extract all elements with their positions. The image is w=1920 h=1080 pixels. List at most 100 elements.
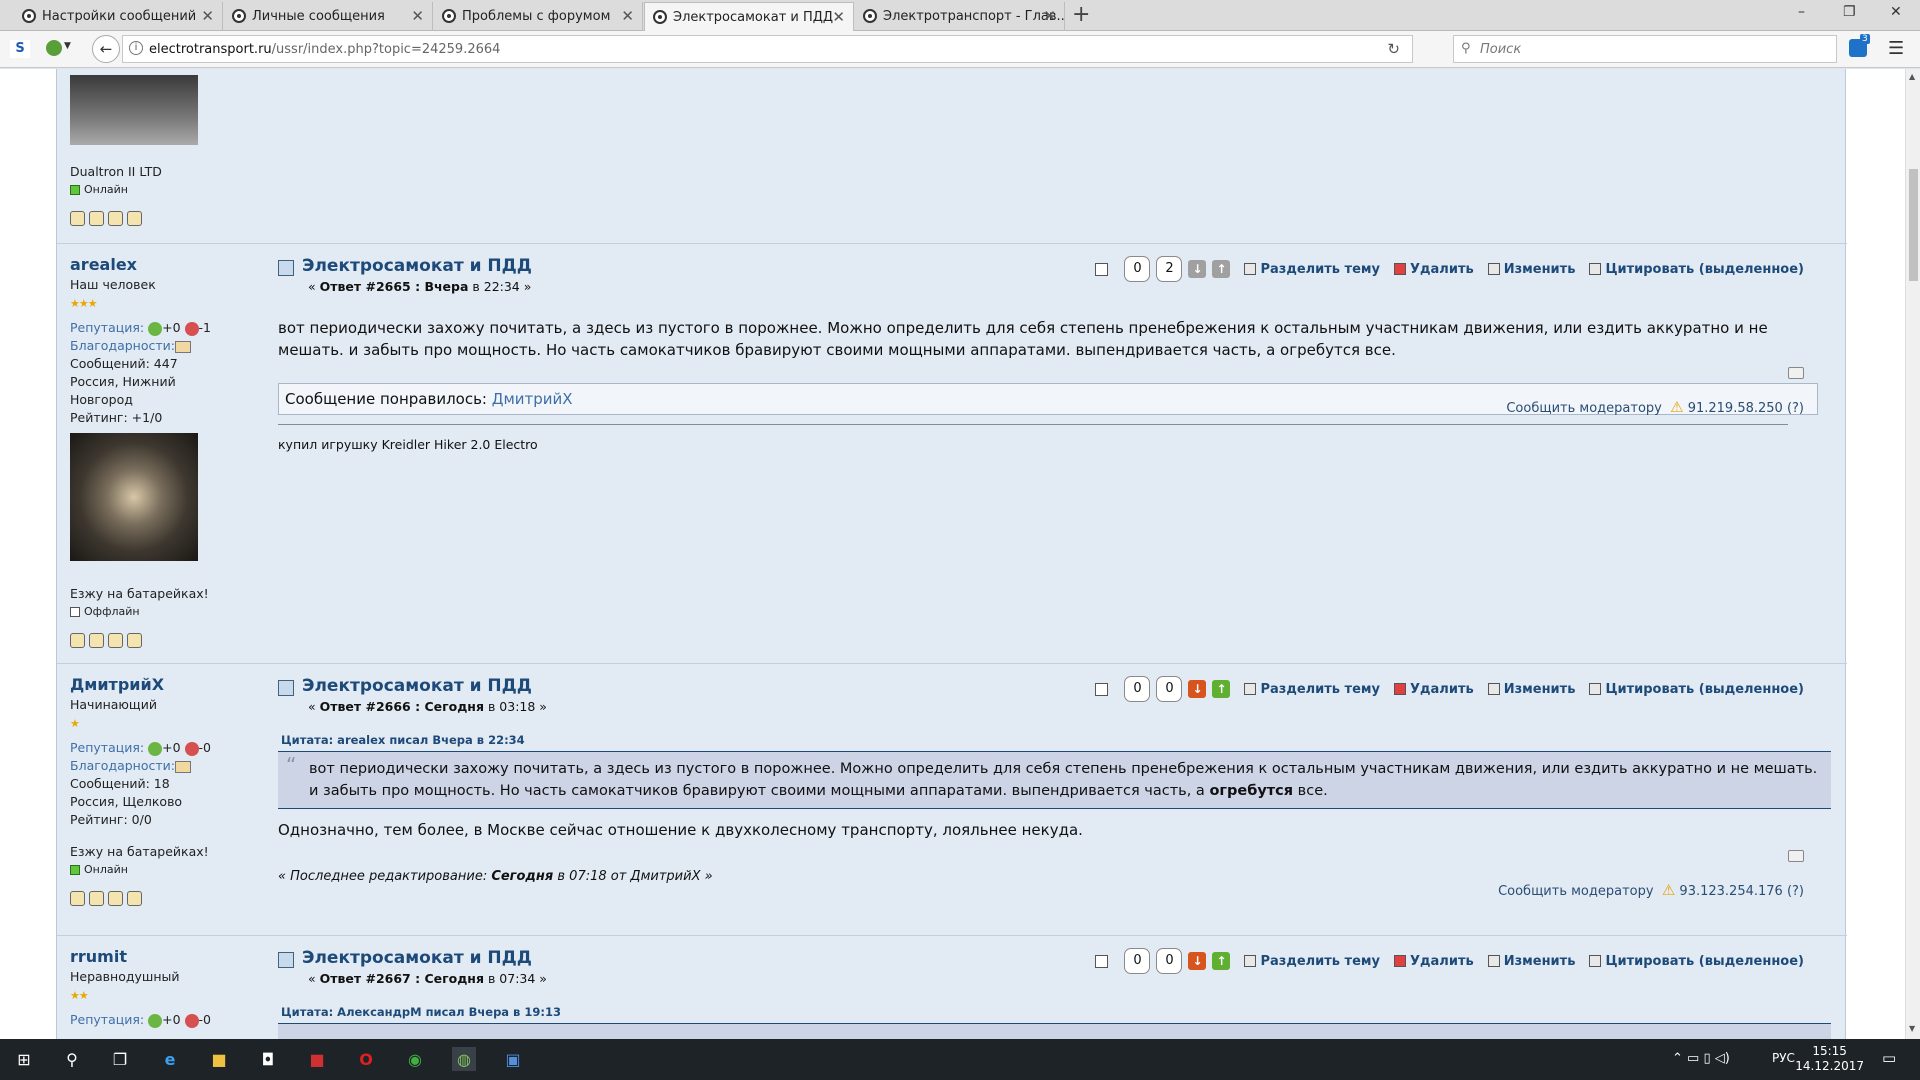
tab-personal-messages[interactable]: Личные сообщения ✕ (224, 2, 433, 31)
ip-address[interactable]: 91.219.58.250 (1688, 401, 1783, 416)
edit-button[interactable]: Изменить (1487, 262, 1575, 277)
reputation-down-icon[interactable] (184, 321, 199, 336)
award-icon[interactable] (108, 633, 123, 648)
tab-forum-problems[interactable]: Проблемы с форумом ✕ (434, 2, 643, 31)
select-checkbox[interactable] (1095, 954, 1109, 968)
ip-help[interactable]: (?) (1787, 401, 1804, 416)
thanks-icon[interactable] (175, 340, 191, 353)
post-subject[interactable]: Электросамокат и ПДД (302, 676, 532, 696)
vertical-scrollbar[interactable]: ▲ ▼ (1905, 69, 1920, 1039)
ip-help[interactable]: (?) (1787, 884, 1804, 899)
reputation-down-icon[interactable] (184, 1013, 199, 1028)
report-moderator-link[interactable]: Сообщить модератору (1506, 401, 1662, 416)
reply-number[interactable]: Ответ #2665 : Вчера (320, 279, 469, 294)
tab-scooter-traffic-rules[interactable]: Электросамокат и ПДД ✕ (644, 2, 854, 31)
select-checkbox[interactable] (1095, 682, 1109, 696)
profile-icon[interactable] (70, 891, 85, 906)
quote-button[interactable]: Цитировать (выделенное) (1589, 682, 1804, 697)
search-icon[interactable]: ⚲ (60, 1047, 84, 1071)
quote-reply-icon[interactable] (1788, 367, 1804, 379)
edit-button[interactable]: Изменить (1487, 682, 1575, 697)
email-icon[interactable] (89, 891, 104, 906)
browser-active-icon[interactable]: ◍ (452, 1047, 476, 1071)
delete-button[interactable]: Удалить (1394, 682, 1474, 697)
quote-button[interactable]: Цитировать (выделенное) (1589, 262, 1804, 277)
award-icon[interactable] (108, 891, 123, 906)
poster-name[interactable]: rrumit (70, 946, 240, 968)
reload-icon[interactable]: ↻ (1387, 40, 1400, 58)
minimize-button[interactable]: – (1798, 4, 1805, 20)
vote-up-arrow-icon[interactable]: ↑ (1212, 260, 1231, 278)
close-icon[interactable]: ✕ (411, 7, 424, 25)
vote-up-arrow-icon[interactable]: ↑ (1212, 952, 1231, 970)
windows-start-icon[interactable]: ⊞ (12, 1047, 36, 1071)
input-language[interactable]: РУС (1772, 1051, 1795, 1065)
edge-icon[interactable]: e (158, 1047, 182, 1071)
scrollbar-thumb[interactable] (1909, 169, 1918, 281)
delete-button[interactable]: Удалить (1394, 262, 1474, 277)
task-view-icon[interactable]: ❐ (108, 1047, 132, 1071)
liked-user-link[interactable]: ДмитрийХ (492, 390, 573, 408)
tab-electrotransport-main[interactable]: Электротранспорт - Глав... ✕ (855, 2, 1065, 31)
scroll-up-arrow-icon[interactable]: ▲ (1909, 72, 1915, 81)
search-input[interactable]: ⚲ Поиск (1453, 35, 1837, 63)
scroll-down-arrow-icon[interactable]: ▼ (1909, 1024, 1915, 1033)
notifications-icon[interactable]: ▭ (1882, 1049, 1896, 1067)
message-icon[interactable] (127, 891, 142, 906)
app-red-icon[interactable]: ■ (305, 1047, 329, 1071)
reply-number[interactable]: Ответ #2666 : Сегодня (320, 699, 484, 714)
tray-icons[interactable]: ⌃ ▭ ▯ ◁) (1672, 1051, 1730, 1066)
delete-button[interactable]: Удалить (1394, 954, 1474, 969)
select-checkbox[interactable] (1095, 262, 1109, 276)
split-topic-button[interactable]: Разделить тему (1244, 954, 1380, 969)
tab-message-settings[interactable]: Настройки сообщений ✕ (14, 2, 223, 31)
addon-icon[interactable] (46, 40, 62, 56)
quote-reply-icon[interactable] (1788, 850, 1804, 862)
new-tab-button[interactable]: + (1072, 3, 1090, 27)
chrome-icon[interactable]: ◉ (403, 1047, 427, 1071)
reputation-up-icon[interactable] (148, 741, 163, 756)
info-icon[interactable]: i (129, 41, 143, 55)
reputation-down-icon[interactable] (184, 741, 199, 756)
split-topic-button[interactable]: Разделить тему (1244, 682, 1380, 697)
email-icon[interactable] (89, 211, 104, 226)
store-icon[interactable]: ◘ (256, 1047, 280, 1071)
address-bar[interactable]: i electrotransport.ru/ussr/index.php?top… (122, 35, 1413, 63)
menu-icon[interactable]: ☰ (1888, 38, 1904, 59)
post-subject[interactable]: Электросамокат и ПДД (302, 948, 532, 968)
vote-down-arrow-icon[interactable]: ↓ (1188, 260, 1207, 278)
window-close-button[interactable]: ✕ (1890, 4, 1902, 20)
back-button[interactable]: ← (92, 35, 120, 63)
opera-icon[interactable]: O (354, 1047, 378, 1071)
clock[interactable]: 15:15 14.12.2017 (1795, 1044, 1864, 1074)
thanks-icon[interactable] (175, 760, 191, 773)
reputation-up-icon[interactable] (148, 321, 163, 336)
poster-name[interactable]: ДмитрийХ (70, 674, 240, 696)
post-subject[interactable]: Электросамокат и ПДД (302, 256, 532, 276)
reputation-up-icon[interactable] (148, 1013, 163, 1028)
message-icon[interactable] (127, 211, 142, 226)
vote-down-arrow-icon[interactable]: ↓ (1188, 952, 1207, 970)
vote-down-arrow-icon[interactable]: ↓ (1188, 680, 1207, 698)
close-icon[interactable]: ✕ (201, 7, 214, 25)
vote-up-arrow-icon[interactable]: ↑ (1212, 680, 1231, 698)
close-icon[interactable]: ✕ (621, 7, 634, 25)
award-icon[interactable] (108, 211, 123, 226)
email-icon[interactable] (89, 633, 104, 648)
profile-icon[interactable] (70, 633, 85, 648)
chevron-down-icon[interactable]: ▼ (64, 41, 71, 51)
quote-header[interactable]: Цитата: arealex писал Вчера в 22:34 (281, 733, 525, 747)
app-blue-icon[interactable]: ▣ (501, 1047, 525, 1071)
close-icon[interactable]: ✕ (1043, 7, 1056, 25)
message-icon[interactable] (127, 633, 142, 648)
skype-extension-icon[interactable]: S (10, 40, 30, 58)
close-icon[interactable]: ✕ (832, 8, 845, 26)
quote-button[interactable]: Цитировать (выделенное) (1589, 954, 1804, 969)
report-moderator-link[interactable]: Сообщить модератору (1498, 884, 1654, 899)
quote-header[interactable]: Цитата: АлександрМ писал Вчера в 19:13 (281, 1005, 561, 1019)
split-topic-button[interactable]: Разделить тему (1244, 262, 1380, 277)
reply-number[interactable]: Ответ #2667 : Сегодня (320, 971, 484, 986)
ip-address[interactable]: 93.123.254.176 (1679, 884, 1782, 899)
poster-name[interactable]: arealex (70, 254, 240, 276)
edit-button[interactable]: Изменить (1487, 954, 1575, 969)
